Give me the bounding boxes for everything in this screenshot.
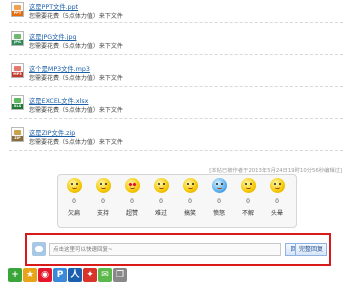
mood-label: 欠扁: [67, 210, 80, 217]
file-art-icon: [14, 98, 21, 103]
file-row: ZIP 这是ZIP文件.zip 您需要花费（5点体力值）来下文件: [9, 119, 343, 151]
quick-reply-input[interactable]: [49, 243, 281, 256]
file-type-icon: MP3: [11, 63, 24, 78]
file-type-icon: JPG: [11, 31, 24, 46]
file-type-icon: ZIP: [11, 127, 24, 142]
file-download-link[interactable]: 这是ZIP文件.zip: [29, 128, 75, 137]
attachment-list: PPT 这是PPT文件.ppt 您需要花费（5点体力值）来下文件 JPG 这是JPG文件…: [9, 0, 343, 151]
reply-avatar-icon: [32, 242, 46, 256]
file-art-icon: [14, 130, 21, 135]
mood-label: 不解: [241, 210, 254, 217]
mood-count: 0: [72, 198, 76, 205]
mood-item[interactable]: 0 不解: [236, 178, 260, 217]
quick-reply-inner: 回 复: [32, 240, 324, 260]
share-wechat-icon[interactable]: ✉: [98, 268, 112, 282]
full-reply-button[interactable]: 完整回复: [295, 243, 327, 256]
file-art-icon: [14, 5, 21, 10]
share-qzone-icon[interactable]: ★: [23, 268, 37, 282]
file-row: JPG 这是JPG文件.jpg 您需要花费（5点体力值）来下文件: [9, 23, 343, 55]
mood-beat-icon[interactable]: [66, 178, 82, 193]
share-copy-icon[interactable]: ❐: [113, 268, 127, 282]
share-renren-icon[interactable]: 人: [68, 268, 82, 282]
mood-item[interactable]: 0 头晕: [265, 178, 289, 217]
mood-count: 0: [159, 198, 163, 205]
mood-count: 0: [246, 198, 250, 205]
mood-label: 超赞: [125, 210, 138, 217]
file-ext-tag: XLS: [12, 104, 23, 109]
mood-label: 愤怒: [212, 210, 225, 217]
file-row: MP3 这个是MP3文件.mp3 您需要花费（5点体力值）来下文件: [9, 55, 343, 87]
mood-item[interactable]: 0 愤怒: [207, 178, 231, 217]
file-cost-hint: 您需要花费（5点体力值）来下文件: [29, 75, 123, 82]
mood-label: 支持: [96, 210, 109, 217]
file-download-link[interactable]: 这是EXCEL文件.xlsx: [29, 96, 88, 105]
mood-label: 头晕: [270, 210, 283, 217]
mood-count: 0: [101, 198, 105, 205]
mood-item[interactable]: 0 搞笑: [178, 178, 202, 217]
file-type-icon: XLS: [11, 95, 24, 110]
mood-count: 0: [188, 198, 192, 205]
file-cost-hint: 您需要花费（5点体力值）来下文件: [29, 107, 123, 114]
mood-confused-icon[interactable]: [240, 178, 256, 193]
mood-count: 0: [275, 198, 279, 205]
mood-item[interactable]: 0 支持: [91, 178, 115, 217]
file-download-link[interactable]: 这是PPT文件.ppt: [29, 2, 78, 11]
edit-note: [本帖已被作者于2013年5月24日19时10分56秒编辑过]: [209, 168, 342, 174]
file-art-icon: [14, 34, 21, 39]
mood-angry-icon[interactable]: [211, 178, 227, 193]
file-type-icon: PPT: [11, 2, 24, 17]
file-cost-hint: 您需要花费（5点体力值）来下文件: [29, 43, 123, 50]
mood-panel: 0 欠扁 0 支持 0 超赞 0 难过 0 搞笑 0 愤怒 0 不解 0 头晕: [57, 174, 297, 228]
mood-count: 0: [130, 198, 134, 205]
mood-funny-icon[interactable]: [182, 178, 198, 193]
mood-dizzy-icon[interactable]: [269, 178, 285, 193]
file-row: PPT 这是PPT文件.ppt 您需要花费（5点体力值）来下文件: [9, 0, 343, 23]
file-cost-hint: 您需要花费（5点体力值）来下文件: [29, 13, 123, 20]
share-add-icon[interactable]: +: [8, 268, 22, 282]
file-row: XLS 这是EXCEL文件.xlsx 您需要花费（5点体力值）来下文件: [9, 87, 343, 119]
mood-item[interactable]: 0 欠扁: [62, 178, 86, 217]
mood-label: 难过: [154, 210, 167, 217]
mood-sad-icon[interactable]: [153, 178, 169, 193]
share-weibo-icon[interactable]: ◉: [38, 268, 52, 282]
mood-item[interactable]: 0 超赞: [120, 178, 144, 217]
file-ext-tag: JPG: [12, 40, 23, 45]
file-cost-hint: 您需要花费（5点体力值）来下文件: [29, 139, 123, 146]
mood-item[interactable]: 0 难过: [149, 178, 173, 217]
mood-awesome-icon[interactable]: [124, 178, 140, 193]
file-download-link[interactable]: 这是JPG文件.jpg: [29, 32, 76, 41]
file-ext-tag: MP3: [12, 72, 23, 77]
mood-support-icon[interactable]: [95, 178, 111, 193]
file-download-link[interactable]: 这个是MP3文件.mp3: [29, 64, 90, 73]
mood-count: 0: [217, 198, 221, 205]
file-ext-tag: ZIP: [12, 136, 23, 141]
share-kaixin-icon[interactable]: ✦: [83, 268, 97, 282]
file-art-icon: [14, 66, 21, 71]
file-ext-tag: PPT: [12, 11, 23, 16]
mood-label: 搞笑: [183, 210, 196, 217]
share-pengyou-icon[interactable]: P: [53, 268, 67, 282]
quick-reply-box: 回 复 完整回复: [25, 233, 331, 266]
